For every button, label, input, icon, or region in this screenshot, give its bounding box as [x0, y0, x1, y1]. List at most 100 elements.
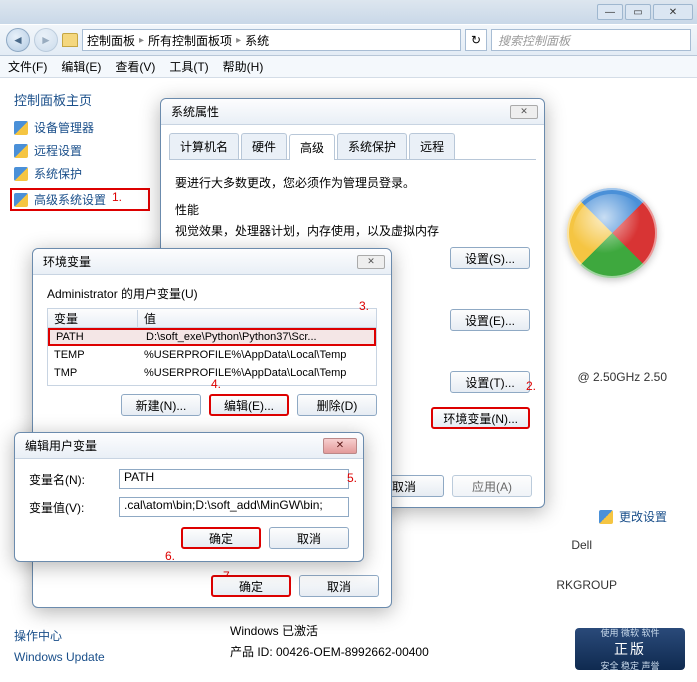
settings-button-s[interactable]: 设置(S)... — [450, 247, 530, 269]
admin-warning-text: 要进行大多数更改，您必须作为管理员登录。 — [175, 174, 530, 191]
menu-file[interactable]: 文件(F) — [8, 58, 47, 75]
badge-sub-text: 安全 稳定 声誉 — [600, 659, 659, 672]
annotation-3: 3. — [359, 299, 369, 313]
tab-system-protection[interactable]: 系统保护 — [337, 133, 407, 159]
dialog-body: Administrator 的用户变量(U) 3. 变量 值 PATH D:\s… — [33, 275, 391, 426]
close-icon[interactable]: ✕ — [323, 438, 357, 454]
windows-update-link[interactable]: Windows Update — [14, 650, 105, 664]
cell-var: TEMP — [48, 349, 138, 361]
environment-variables-button[interactable]: 环境变量(N)... — [431, 407, 530, 429]
breadcrumb[interactable]: 控制面板 ▸ 所有控制面板项 ▸ 系统 — [82, 29, 461, 51]
cell-val: %USERPROFILE%\AppData\Local\Temp — [138, 367, 376, 379]
settings-button-e[interactable]: 设置(E)... — [450, 309, 530, 331]
annotation-5: 5. — [347, 471, 357, 485]
close-icon[interactable]: ✕ — [357, 255, 385, 269]
folder-icon — [62, 33, 78, 47]
col-variable: 变量 — [48, 310, 138, 327]
minimize-button[interactable]: — — [597, 4, 623, 20]
dialog-title-text: 编辑用户变量 — [25, 437, 97, 454]
sidebar-bottom-links: 操作中心 Windows Update — [14, 621, 105, 664]
badge-main-text: 正版 — [614, 639, 646, 659]
crumb-1[interactable]: 控制面板 — [87, 32, 135, 49]
tabs-row: 计算机名 硬件 高级 系统保护 远程 — [169, 133, 536, 160]
list-row-path[interactable]: PATH D:\soft_exe\Python\Python37\Scr... — [48, 328, 376, 346]
change-settings-link[interactable]: 更改设置 — [599, 508, 667, 525]
dialog-titlebar: 编辑用户变量 ✕ — [15, 433, 363, 459]
address-bar: ◄ ► 控制面板 ▸ 所有控制面板项 ▸ 系统 ↻ 搜索控制面板 — [0, 24, 697, 56]
ok-button[interactable]: 确定 — [211, 575, 291, 597]
variable-name-input[interactable]: PATH — [119, 469, 349, 489]
shield-icon — [14, 144, 28, 158]
menu-tools[interactable]: 工具(T) — [169, 58, 208, 75]
apply-button[interactable]: 应用(A) — [452, 475, 532, 497]
dialog-titlebar: 系统属性 ✕ — [161, 99, 544, 125]
sidebar-device-manager[interactable]: 设备管理器 — [14, 119, 150, 136]
cell-var: TMP — [48, 367, 138, 379]
crumb-2[interactable]: 所有控制面板项 — [148, 32, 232, 49]
dialog-titlebar: 环境变量 ✕ — [33, 249, 391, 275]
cell-val: D:\soft_exe\Python\Python37\Scr... — [140, 331, 374, 343]
forward-button[interactable]: ► — [34, 28, 58, 52]
list-row-temp[interactable]: TEMP %USERPROFILE%\AppData\Local\Temp — [48, 346, 376, 364]
back-button[interactable]: ◄ — [6, 28, 30, 52]
shield-icon — [14, 193, 28, 207]
search-input[interactable]: 搜索控制面板 — [491, 29, 691, 51]
edit-button[interactable]: 编辑(E)... — [209, 394, 289, 416]
new-button[interactable]: 新建(N)... — [121, 394, 201, 416]
annotation-6: 6. — [165, 549, 175, 563]
menu-view[interactable]: 查看(V) — [115, 58, 155, 75]
activation-text: Windows 已激活 — [230, 622, 429, 639]
close-button[interactable]: ✕ — [653, 4, 693, 20]
chevron-right-icon: ▸ — [139, 35, 144, 46]
variable-value-label: 变量值(V): — [29, 499, 109, 516]
ok-button[interactable]: 确定 — [181, 527, 261, 549]
tab-hardware[interactable]: 硬件 — [241, 133, 287, 159]
dialog-title-text: 环境变量 — [43, 253, 91, 270]
sidebar-title: 控制面板主页 — [14, 90, 150, 109]
cell-val: %USERPROFILE%\AppData\Local\Temp — [138, 349, 376, 361]
menu-help[interactable]: 帮助(H) — [223, 58, 264, 75]
action-center-link[interactable]: 操作中心 — [14, 627, 105, 644]
genuine-badge: 使用 微软 软件 正版 安全 稳定 声誉 — [575, 628, 685, 670]
perf-heading: 性能 — [175, 201, 530, 218]
product-id-text: 产品 ID: 00426-OEM-8992662-00400 — [230, 643, 429, 660]
oem-label: Dell — [571, 538, 592, 552]
close-icon[interactable]: ✕ — [510, 105, 538, 119]
col-value: 值 — [138, 310, 376, 327]
window-titlebar: — ▭ ✕ — [0, 0, 697, 24]
dialog-body: 变量名(N): PATH 5. 变量值(V): .cal\atom\bin;D:… — [15, 459, 363, 559]
cancel-button[interactable]: 取消 — [299, 575, 379, 597]
delete-button[interactable]: 删除(D) — [297, 394, 377, 416]
main-content: 控制面板主页 设备管理器 远程设置 系统保护 高级系统设置 1. @ 2.50G… — [0, 78, 697, 682]
shield-icon — [14, 167, 28, 181]
sidebar-system-protection[interactable]: 系统保护 — [14, 165, 150, 182]
variable-value-input[interactable]: .cal\atom\bin;D:\soft_add\MinGW\bin; — [119, 497, 349, 517]
crumb-3[interactable]: 系统 — [245, 32, 269, 49]
tab-advanced[interactable]: 高级 — [289, 134, 335, 160]
settings-button-t[interactable]: 设置(T)... — [450, 371, 530, 393]
windows-logo-icon — [567, 188, 657, 278]
dialog-title-text: 系统属性 — [171, 103, 219, 120]
annotation-2: 2. — [526, 379, 536, 393]
cancel-button[interactable]: 取消 — [269, 527, 349, 549]
user-variables-label: Administrator 的用户变量(U) — [47, 285, 377, 302]
badge-top-text: 使用 微软 软件 — [600, 626, 659, 639]
tab-computer-name[interactable]: 计算机名 — [169, 133, 239, 159]
cell-var: PATH — [50, 331, 140, 343]
annotation-4: 4. — [211, 377, 221, 391]
menu-edit[interactable]: 编辑(E) — [61, 58, 101, 75]
sidebar-remote-settings[interactable]: 远程设置 — [14, 142, 150, 159]
shield-icon — [599, 510, 613, 524]
menu-bar: 文件(F) 编辑(E) 查看(V) 工具(T) 帮助(H) — [0, 56, 697, 78]
refresh-button[interactable]: ↻ — [465, 29, 487, 51]
shield-icon — [14, 121, 28, 135]
tab-remote[interactable]: 远程 — [409, 133, 455, 159]
maximize-button[interactable]: ▭ — [625, 4, 651, 20]
variable-name-label: 变量名(N): — [29, 471, 109, 488]
sidebar-advanced-system-settings[interactable]: 高级系统设置 — [10, 188, 150, 211]
list-header: 变量 值 — [47, 308, 377, 328]
activation-status: Windows 已激活 产品 ID: 00426-OEM-8992662-004… — [230, 622, 429, 660]
chevron-right-icon: ▸ — [236, 35, 241, 46]
perf-desc: 视觉效果，处理器计划，内存使用，以及虚拟内存 — [175, 222, 530, 239]
annotation-1: 1. — [112, 190, 122, 204]
